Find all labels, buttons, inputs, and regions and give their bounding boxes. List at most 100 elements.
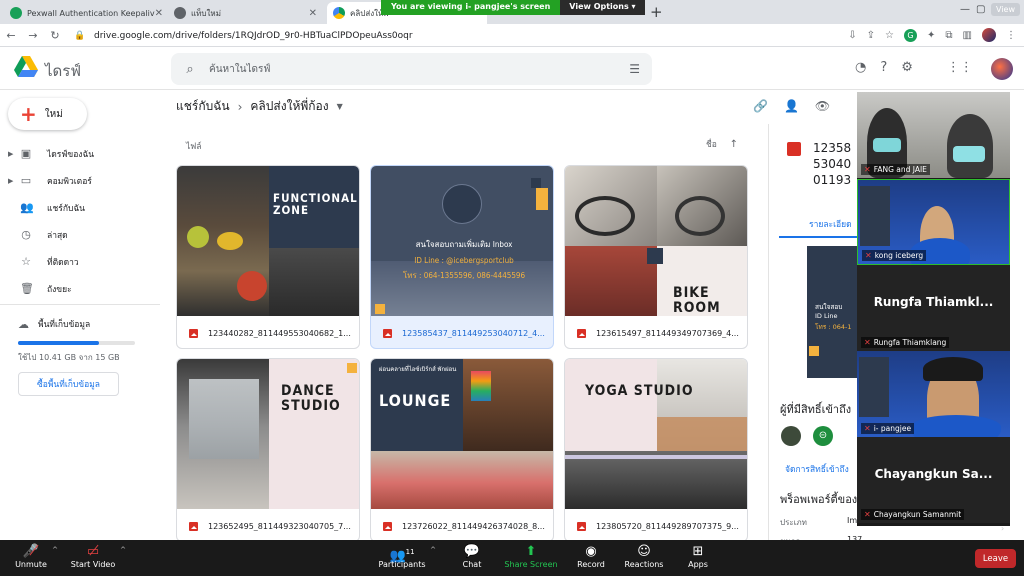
search-input[interactable]: ค้นหาในไดรฟ์ xyxy=(209,62,270,77)
storage-title-label: พื้นที่เก็บข้อมูล xyxy=(38,320,91,330)
storage-progress-bar xyxy=(18,341,135,345)
extensions-puzzle-icon[interactable]: ⧉ xyxy=(945,30,952,41)
sidebar-item-label: ถังขยะ xyxy=(47,284,72,295)
bookmark-star-icon[interactable]: ☆ xyxy=(885,30,894,41)
forward-icon[interactable]: → xyxy=(22,29,44,42)
reload-icon[interactable]: ↻ xyxy=(44,29,66,42)
reactions-icon: ☺ xyxy=(637,544,651,559)
storage-title[interactable]: ☁ พื้นที่เก็บข้อมูล xyxy=(18,317,148,331)
chevron-up-icon[interactable]: ^ xyxy=(52,546,58,554)
sidebar-item-label: ล่าสุด xyxy=(47,230,68,241)
reactions-button[interactable]: ☺ Reactions xyxy=(624,544,664,569)
view-button[interactable]: View xyxy=(991,3,1020,16)
sidepanel-icon[interactable]: ▥ xyxy=(963,30,972,41)
details-preview[interactable]: สนใจสอบ ID Line โทร : 064-1 xyxy=(807,246,859,378)
video-tile[interactable]: Rungfa Thiamkl... ✕ Rungfa Thiamklang xyxy=(857,265,1010,351)
chevron-up-icon[interactable]: ^ xyxy=(120,546,126,554)
search-icon[interactable]: ⌕ xyxy=(171,62,209,77)
video-tile[interactable]: ✕ FANG and JAIE xyxy=(857,92,1010,178)
preview-eye-icon[interactable]: 👁 xyxy=(815,99,830,113)
view-options-button[interactable]: View Options ▾ xyxy=(560,0,645,15)
drive-brand-name[interactable]: ไดรฟ์ xyxy=(45,59,81,83)
arrow-up-icon[interactable]: ↑ xyxy=(730,139,738,150)
breadcrumb-root[interactable]: แชร์กับฉัน xyxy=(176,97,230,116)
file-card[interactable]: ผ่อนคลายที่ไอซ์เบิร์กส์ พักผ่อน LOUNGE 1… xyxy=(370,358,554,542)
sidebar-item-label: แชร์กับฉัน xyxy=(47,203,85,214)
sidebar-item-computers[interactable]: ▶ ▭ คอมพิวเตอร์ xyxy=(0,167,160,194)
menu-kebab-icon[interactable]: ⋮ xyxy=(1006,30,1016,41)
start-video-button[interactable]: ▭̸ Start Video ^ xyxy=(70,544,126,569)
sidebar-item-trash[interactable]: 🗑 ถังขยะ xyxy=(0,275,160,302)
maximize-icon[interactable]: ▢ xyxy=(976,4,985,15)
record-button[interactable]: ◉ Record xyxy=(576,544,606,569)
sidebar-item-my-drive[interactable]: ▶ ▣ ไดรฟ์ของฉัน xyxy=(0,140,160,167)
tab-label: แท็บใหม่ xyxy=(191,8,221,18)
settings-gear-icon[interactable]: ⚙ xyxy=(901,60,913,75)
new-button[interactable]: + ใหม่ xyxy=(8,98,87,130)
share-screen-icon: ⬆ xyxy=(525,544,537,559)
back-icon[interactable]: ← xyxy=(0,29,22,42)
zoom-video-gallery: ✕ FANG and JAIE ✕ kong iceberg Rungfa Th… xyxy=(857,92,1010,533)
avatar[interactable] xyxy=(781,426,801,446)
browser-tab[interactable]: แท็บใหม่ ✕ xyxy=(168,2,323,24)
share-screen-button[interactable]: ⬆ Share Screen xyxy=(504,544,558,569)
manage-access-link[interactable]: จัดการสิทธิ์เข้าถึง xyxy=(785,462,849,476)
file-card[interactable]: FUNCTIONAL ZONE 123440282_81144955304068… xyxy=(176,165,360,349)
close-icon[interactable]: ✕ xyxy=(309,8,317,19)
sidebar-item-shared-with-me[interactable]: 👥 แชร์กับฉัน xyxy=(0,194,160,221)
video-tile-active-speaker[interactable]: ✕ kong iceberg xyxy=(857,179,1010,265)
sidebar-item-starred[interactable]: ☆ ที่ติดดาว xyxy=(0,248,160,275)
file-card-selected[interactable]: สนใจสอบถามเพิ่มเติม Inbox ID Line : @ice… xyxy=(370,165,554,349)
unmute-button[interactable]: 🎤̸ Unmute ^ xyxy=(14,544,58,569)
chat-button[interactable]: 💬 Chat xyxy=(458,544,486,569)
file-name: 123440282_811449553040682_1... xyxy=(177,317,359,348)
drive-logo-icon[interactable] xyxy=(14,56,38,78)
thumbnail-line: ID Line : @icebergsportclub xyxy=(414,256,514,265)
chevron-right-icon[interactable]: › xyxy=(1001,524,1004,533)
add-person-icon[interactable]: 👤 xyxy=(784,99,799,113)
apps-button[interactable]: ⊞ Apps xyxy=(684,544,712,569)
file-card[interactable]: YOGA STUDIO 123805720_811449289707375_9.… xyxy=(564,358,748,542)
details-panel: 12358 53040 01193 รายละเอียด สนใจสอบ ID … xyxy=(768,124,862,553)
minimize-icon[interactable]: — xyxy=(960,4,970,15)
google-account-avatar[interactable] xyxy=(991,58,1013,80)
close-icon[interactable]: ✕ xyxy=(155,8,163,19)
share-icon[interactable]: ⇪ xyxy=(867,30,875,41)
grammarly-icon[interactable]: G xyxy=(904,28,918,42)
browser-tab[interactable]: Pexwall Authentication Keepaliv ✕ xyxy=(4,2,164,24)
help-icon[interactable]: ? xyxy=(880,60,887,75)
image-file-icon xyxy=(577,522,586,531)
file-card[interactable]: BIKE ROOM 123615497_811449349707369_4... xyxy=(564,165,748,349)
offline-status-icon[interactable]: ◔ xyxy=(855,60,866,75)
search-box[interactable]: ⌕ ค้นหาในไดรฟ์ ☰ xyxy=(171,53,652,85)
tab-details[interactable]: รายละเอียด xyxy=(809,217,852,231)
sort-control[interactable]: ชื่อ ↑ xyxy=(706,137,738,151)
people-icon: 👥 xyxy=(20,201,34,214)
video-tile[interactable]: ✕ i- pangjee xyxy=(857,351,1010,437)
file-card[interactable]: DANCE STUDIO 123652495_811449323040705_7… xyxy=(176,358,360,542)
browser-profile-avatar[interactable] xyxy=(982,28,996,42)
chevron-down-icon[interactable]: ▼ xyxy=(337,102,343,111)
link-icon[interactable]: 🔗 xyxy=(753,99,768,113)
sidebar-item-recent[interactable]: ◷ ล่าสุด xyxy=(0,221,160,248)
link-share-icon[interactable]: ⊝ xyxy=(813,426,833,446)
muted-mic-icon: 🎤̸ xyxy=(22,544,40,559)
search-options-icon[interactable]: ☰ xyxy=(629,62,640,76)
buy-storage-button[interactable]: ซื้อพื้นที่เก็บข้อมูล xyxy=(18,372,119,396)
details-file-name: 12358 53040 01193 xyxy=(813,141,852,187)
muted-mic-icon: ✕ xyxy=(865,251,872,260)
install-icon[interactable]: ⇩ xyxy=(848,30,856,41)
apps-grid-icon[interactable]: ⋮⋮ xyxy=(947,60,973,75)
participants-button[interactable]: 👥11 Participants ^ xyxy=(378,544,437,569)
video-tile[interactable]: Chayangkun Sa... ✕ Chayangkun Samanmit xyxy=(857,437,1010,523)
expand-caret-icon[interactable]: ▶ xyxy=(8,150,13,158)
breadcrumb-current[interactable]: คลิปส่งให้พี่ก้อง xyxy=(250,97,328,116)
new-tab-icon[interactable]: + xyxy=(650,3,663,21)
chevron-up-icon[interactable]: ^ xyxy=(430,546,436,554)
address-bar-actions: ⇩ ⇪ ☆ G ✦ ⧉ ▥ ⋮ xyxy=(848,28,1016,42)
extension-icon[interactable]: ✦ xyxy=(927,30,935,41)
leave-button[interactable]: Leave xyxy=(975,549,1016,568)
url-field[interactable]: 🔒 drive.google.com/drive/folders/1RQJdrO… xyxy=(74,27,844,44)
image-file-icon xyxy=(577,329,586,338)
expand-caret-icon[interactable]: ▶ xyxy=(8,177,13,185)
